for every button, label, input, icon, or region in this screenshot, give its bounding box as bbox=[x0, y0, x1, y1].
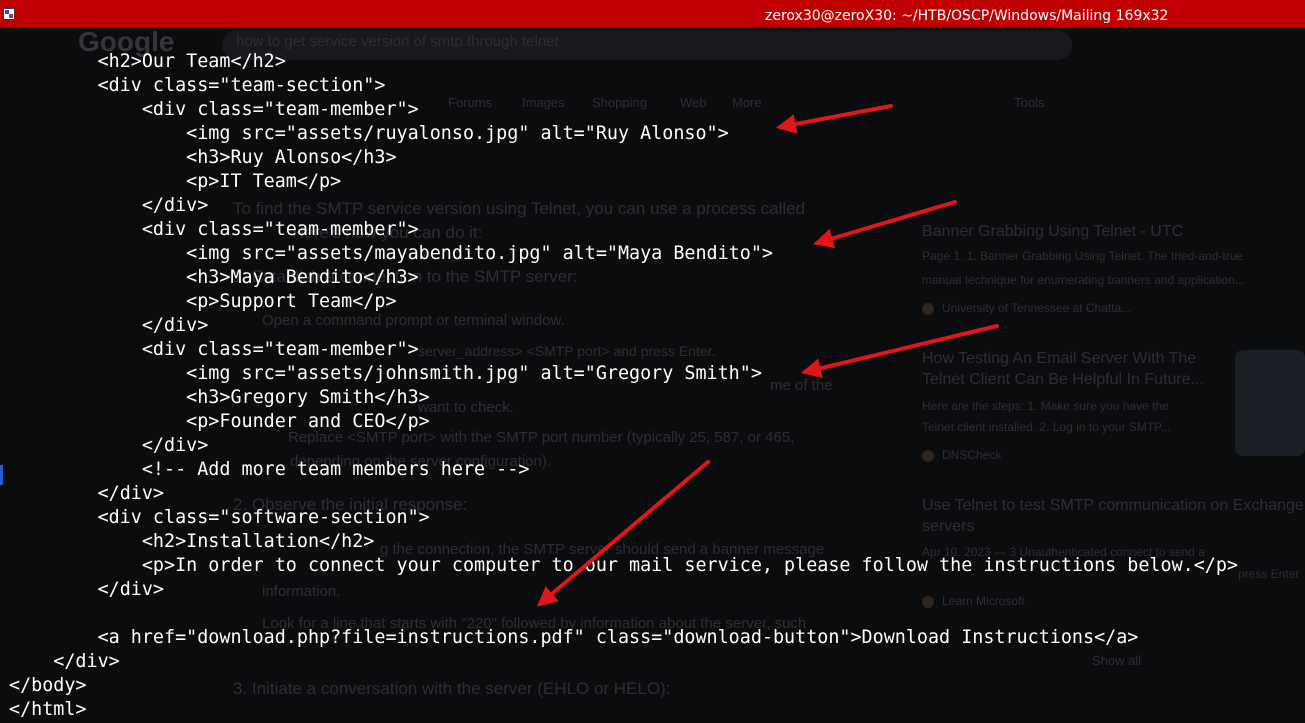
code-line: <p>Support Team</p> bbox=[9, 291, 397, 312]
code-line: <div class="team-member"> bbox=[9, 219, 419, 240]
code-line: <div class="software-section"> bbox=[9, 507, 430, 528]
terminal-app-icon[interactable] bbox=[3, 8, 15, 20]
code-line: <h3>Maya Bendito</h3> bbox=[9, 267, 419, 288]
code-line: </body> bbox=[9, 675, 87, 696]
code-line: <div class="team-section"> bbox=[9, 75, 386, 96]
code-line: </html> bbox=[9, 699, 87, 720]
ghost-result-snippet: press Enter bbox=[1238, 567, 1300, 581]
code-line: </div> bbox=[9, 651, 120, 672]
code-line: <p>IT Team</p> bbox=[9, 171, 342, 192]
code-line: <img src="assets/ruyalonso.jpg" alt="Ruy… bbox=[9, 123, 729, 144]
ghost-result-thumbnail bbox=[1235, 350, 1305, 456]
code-line: </div> bbox=[9, 315, 209, 336]
terminal-titlebar[interactable]: zerox30@zeroX30: ~/HTB/OSCP/Windows/Mail… bbox=[0, 0, 1305, 28]
window-title: zerox30@zeroX30: ~/HTB/OSCP/Windows/Mail… bbox=[765, 8, 1169, 24]
code-line: </div> bbox=[9, 483, 165, 504]
code-line: <h3>Gregory Smith</h3> bbox=[9, 387, 430, 408]
code-line: <div class="team-member"> bbox=[9, 99, 419, 120]
ghost-search-query: how to get service version of smtp throu… bbox=[236, 33, 559, 50]
code-line: <p>In order to connect your computer to … bbox=[9, 555, 1239, 576]
code-line: <h2>Installation</h2> bbox=[9, 531, 375, 552]
code-line: </div> bbox=[9, 195, 209, 216]
terminal-output[interactable]: <h2>Our Team</h2> <div class="team-secti… bbox=[9, 50, 1238, 722]
code-line: <p>Founder and CEO</p> bbox=[9, 411, 430, 432]
code-line: <a href="download.php?file=instructions.… bbox=[9, 627, 1139, 648]
code-line: <img src="assets/mayabendito.jpg" alt="M… bbox=[9, 243, 773, 264]
code-line: <h3>Ruy Alonso</h3> bbox=[9, 147, 397, 168]
terminal-scroll-marker bbox=[0, 465, 3, 485]
code-line: <img src="assets/johnsmith.jpg" alt="Gre… bbox=[9, 363, 762, 384]
code-line: <!-- Add more team members here --> bbox=[9, 459, 530, 480]
code-line: <h2>Our Team</h2> bbox=[9, 51, 286, 72]
code-line: </div> bbox=[9, 435, 209, 456]
code-line: </div> bbox=[9, 579, 165, 600]
code-line: <div class="team-member"> bbox=[9, 339, 419, 360]
